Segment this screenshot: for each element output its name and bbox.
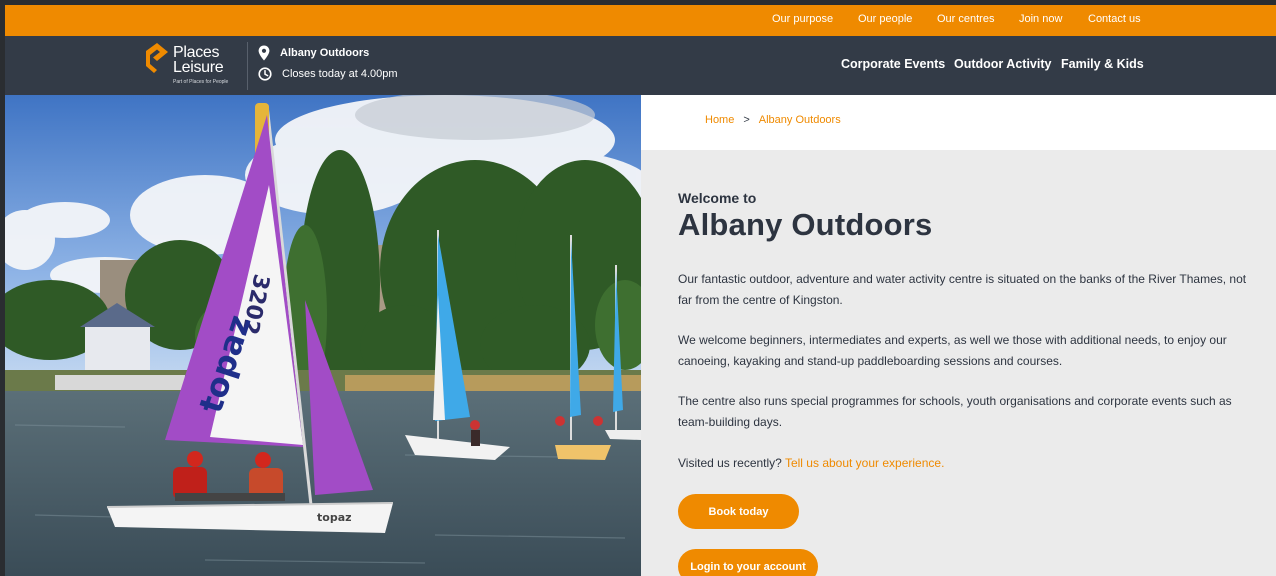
- page-title: Albany Outdoors: [678, 207, 933, 242]
- nav-our-people[interactable]: Our people: [858, 13, 912, 25]
- opening-hours-row: Closes today at 4.00pm: [258, 67, 398, 81]
- nav-family-kids[interactable]: Family & Kids: [1061, 57, 1144, 71]
- nav-contact-us[interactable]: Contact us: [1088, 13, 1141, 25]
- breadcrumb-separator: >: [743, 114, 750, 126]
- nav-our-purpose[interactable]: Our purpose: [772, 13, 833, 25]
- feedback-link[interactable]: Tell us about your experience.: [785, 456, 944, 470]
- programmes-paragraph: The centre also runs special programmes …: [678, 394, 1232, 429]
- centre-intro: Welcome to Albany Outdoors Our fantastic…: [641, 150, 1276, 576]
- intro-paragraph: Our fantastic outdoor, adventure and wat…: [678, 272, 1247, 307]
- nav-outdoor-activity[interactable]: Outdoor Activity: [954, 57, 1051, 71]
- breadcrumb-current[interactable]: Albany Outdoors: [759, 114, 841, 126]
- opening-hours: Closes today at 4.00pm: [282, 68, 398, 80]
- utility-bar: Our purpose Our people Our centres Join …: [5, 5, 1276, 36]
- header-divider: [247, 42, 248, 90]
- nav-corporate-events[interactable]: Corporate Events: [841, 57, 945, 71]
- visited-text: Visited us recently?: [678, 456, 782, 470]
- sailing-photo: 3202 topaz topaz: [5, 95, 641, 576]
- clock-icon: [258, 67, 272, 81]
- browser-viewport: Our purpose Our people Our centres Join …: [5, 5, 1276, 576]
- site-header: Places Leisure Part of Places for People…: [5, 36, 1276, 95]
- places-leisure-logo[interactable]: Places Leisure Part of Places for People: [144, 42, 239, 90]
- breadcrumb-home[interactable]: Home: [705, 114, 734, 126]
- nav-join-now[interactable]: Join now: [1019, 13, 1062, 25]
- nav-our-centres[interactable]: Our centres: [937, 13, 994, 25]
- logo-tagline: Part of Places for People: [173, 79, 229, 85]
- welcome-label: Welcome to: [678, 190, 757, 206]
- centre-name: Albany Outdoors: [280, 47, 370, 59]
- hull-brand-text: topaz: [317, 511, 352, 524]
- breadcrumb-bar: Home > Albany Outdoors: [641, 95, 1276, 150]
- login-account-button[interactable]: Login to your account: [678, 549, 818, 576]
- feedback-paragraph: Visited us recently? Tell us about your …: [678, 453, 1248, 474]
- map-pin-icon: [258, 45, 270, 61]
- places-leisure-logo-mark-icon: [146, 43, 168, 73]
- logo-text-leisure: Leisure: [173, 59, 224, 76]
- hero-image: 3202 topaz topaz: [5, 95, 641, 576]
- audience-paragraph: We welcome beginners, intermediates and …: [678, 333, 1227, 368]
- book-today-button[interactable]: Book today: [678, 494, 799, 529]
- location-name-row[interactable]: Albany Outdoors: [258, 45, 369, 61]
- breadcrumb: Home > Albany Outdoors: [705, 114, 841, 126]
